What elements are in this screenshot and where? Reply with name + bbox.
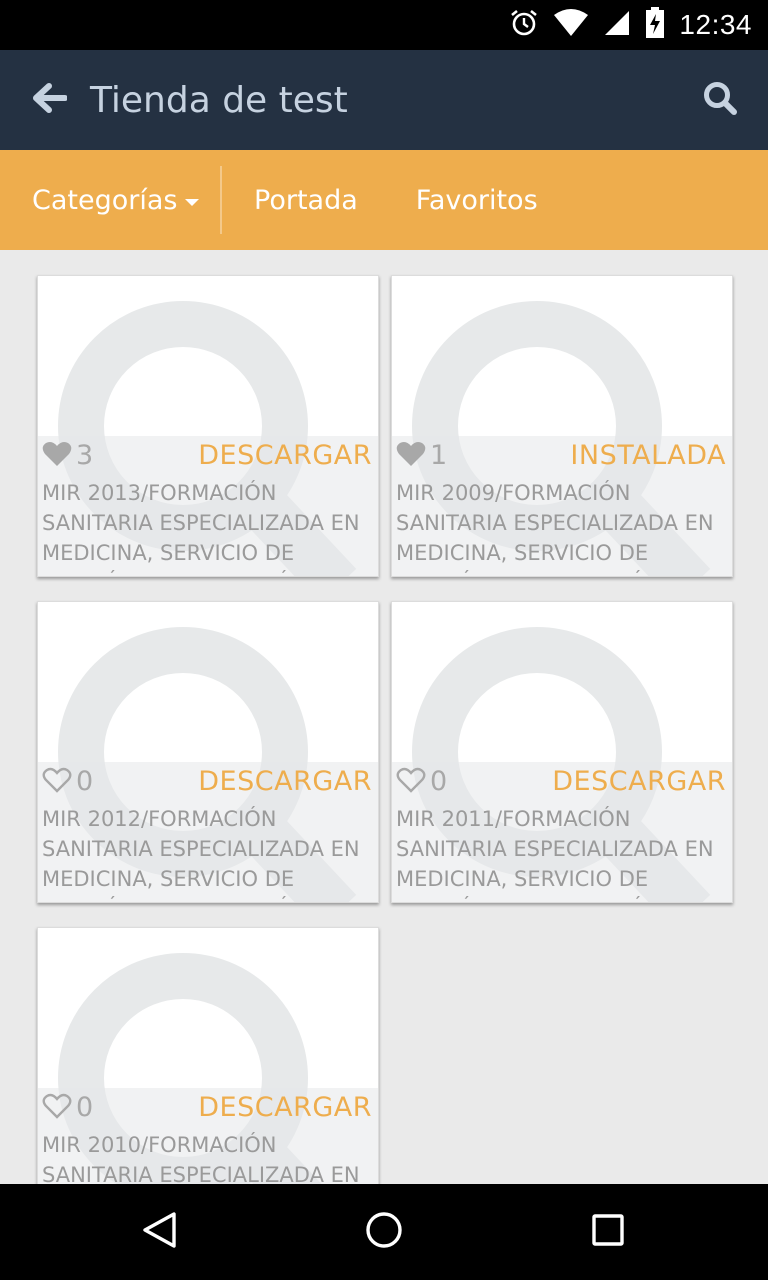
tab-favoritos[interactable]: Favoritos: [416, 150, 538, 250]
card-info: 0 DESCARGAR MIR 2012/FORMACIÓN SANITARIA…: [38, 762, 378, 902]
installed-status[interactable]: INSTALADA: [570, 440, 726, 471]
likes-count: 3: [76, 440, 94, 471]
heart-outline-icon: [396, 767, 426, 797]
test-card[interactable]: 0 DESCARGAR MIR 2010/FORMACIÓN SANITARIA…: [37, 927, 379, 1184]
search-icon: [702, 80, 738, 120]
download-button[interactable]: DESCARGAR: [198, 766, 372, 797]
nav-back-button[interactable]: [136, 1208, 184, 1256]
back-button[interactable]: [0, 50, 100, 150]
status-bar: 12:34: [0, 0, 768, 50]
heart-filled-icon: [42, 441, 72, 471]
likes[interactable]: 3: [42, 440, 93, 471]
home-circle-icon: [364, 1210, 404, 1254]
likes[interactable]: 1: [396, 440, 447, 471]
alarm-icon: [509, 8, 539, 42]
status-time: 12:34: [679, 9, 752, 40]
card-info: 3 DESCARGAR MIR 2013/FORMACIÓN SANITARIA…: [38, 436, 378, 576]
card-info: 1 INSTALADA MIR 2009/FORMACIÓN SANITARIA…: [392, 436, 732, 576]
tab-portada[interactable]: Portada: [254, 150, 358, 250]
likes-count: 0: [76, 766, 94, 797]
test-card[interactable]: 0 DESCARGAR MIR 2012/FORMACIÓN SANITARIA…: [37, 601, 379, 903]
likes[interactable]: 0: [42, 766, 93, 797]
signal-icon: [603, 9, 631, 41]
test-card[interactable]: 1 INSTALADA MIR 2009/FORMACIÓN SANITARIA…: [391, 275, 733, 577]
heart-filled-icon: [396, 441, 426, 471]
card-info: 0 DESCARGAR MIR 2011/FORMACIÓN SANITARIA…: [392, 762, 732, 902]
tab-divider: [220, 166, 222, 234]
likes-count: 0: [76, 1092, 94, 1123]
chevron-down-icon: [185, 198, 200, 206]
wifi-icon: [553, 9, 589, 41]
likes[interactable]: 0: [42, 1092, 93, 1123]
tab-categorias-label: Categorías: [32, 184, 178, 216]
likes-count: 1: [430, 440, 448, 471]
download-button[interactable]: DESCARGAR: [198, 1092, 372, 1123]
nav-recents-button[interactable]: [584, 1208, 632, 1256]
tab-categorias[interactable]: Categorías: [0, 150, 220, 250]
likes[interactable]: 0: [396, 766, 447, 797]
tab-bar: Categorías Portada Favoritos: [0, 150, 768, 250]
app-bar: Tienda de test: [0, 50, 768, 150]
card-info: 0 DESCARGAR MIR 2010/FORMACIÓN SANITARIA…: [38, 1088, 378, 1184]
card-title: MIR 2011/FORMACIÓN SANITARIA ESPECIALIZA…: [396, 807, 714, 900]
search-button[interactable]: [692, 72, 748, 128]
nav-home-button[interactable]: [360, 1208, 408, 1256]
card-title: MIR 2012/FORMACIÓN SANITARIA ESPECIALIZA…: [42, 807, 360, 900]
likes-count: 0: [430, 766, 448, 797]
card-title: MIR 2010/FORMACIÓN SANITARIA ESPECIALIZA…: [42, 1133, 360, 1184]
recents-square-icon: [588, 1210, 628, 1254]
test-card[interactable]: 3 DESCARGAR MIR 2013/FORMACIÓN SANITARIA…: [37, 275, 379, 577]
test-grid: 3 DESCARGAR MIR 2013/FORMACIÓN SANITARIA…: [0, 250, 768, 1184]
heart-outline-icon: [42, 767, 72, 797]
test-card[interactable]: 0 DESCARGAR MIR 2011/FORMACIÓN SANITARIA…: [391, 601, 733, 903]
nav-bar: [0, 1184, 768, 1280]
card-title: MIR 2013/FORMACIÓN SANITARIA ESPECIALIZA…: [42, 481, 360, 574]
card-title: MIR 2009/FORMACIÓN SANITARIA ESPECIALIZA…: [396, 481, 714, 574]
download-button[interactable]: DESCARGAR: [552, 766, 726, 797]
download-button[interactable]: DESCARGAR: [198, 440, 372, 471]
battery-charging-icon: [645, 7, 665, 43]
heart-outline-icon: [42, 1093, 72, 1123]
arrow-left-icon: [33, 83, 68, 117]
page-title: Tienda de test: [90, 79, 348, 121]
back-triangle-icon: [140, 1210, 180, 1254]
